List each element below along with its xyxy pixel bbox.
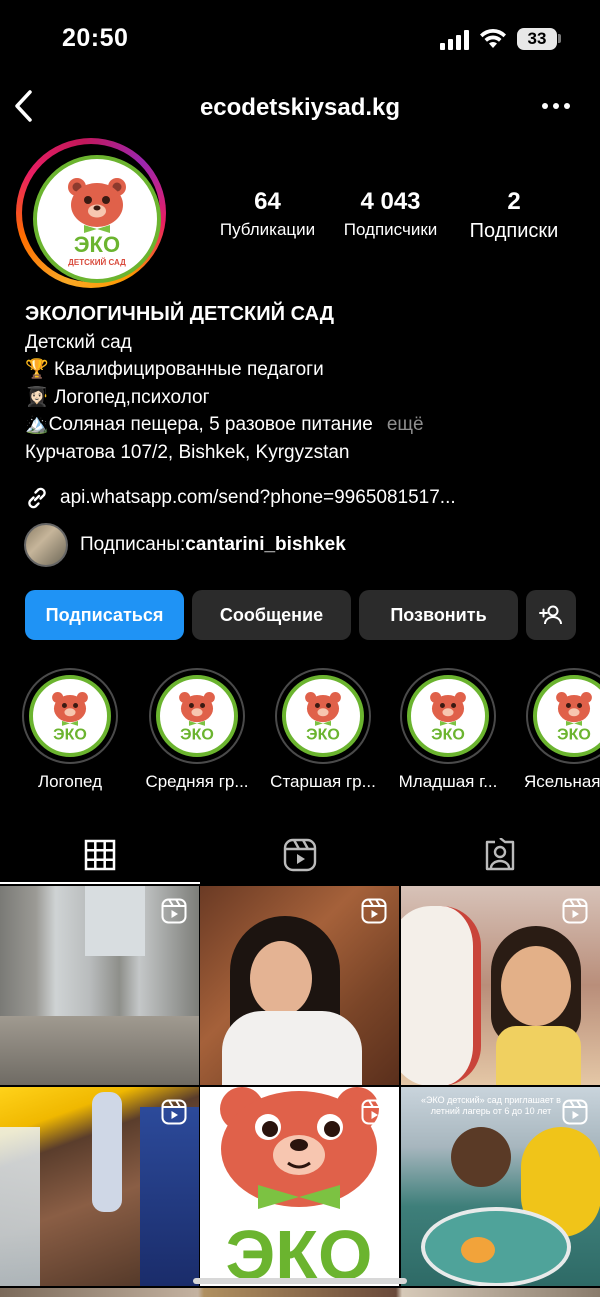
reel-badge-icon [161, 1099, 187, 1125]
story-highlight[interactable]: ЭКО Младшая г... [398, 668, 498, 792]
highlight-cover: ЭКО [533, 675, 600, 757]
logo-text: ЭКО [74, 232, 120, 257]
message-button[interactable]: Сообщение [192, 590, 351, 640]
profile-username: ecodetskiysad.kg [199, 94, 401, 121]
eko-logo: ЭКО ДЕТСКИЙ САД [68, 178, 126, 267]
stat-followers-value: 4 043 [360, 188, 421, 215]
more-options-icon[interactable] [540, 96, 572, 116]
home-indicator [193, 1278, 407, 1284]
profile-link-text: api.whatsapp.com/send?phone=9965081517..… [60, 487, 456, 508]
profile-link[interactable]: api.whatsapp.com/send?phone=9965081517..… [24, 484, 456, 512]
battery-tip [558, 34, 561, 43]
profile-tabs [0, 826, 600, 884]
reel-badge-icon [562, 898, 588, 924]
follower-avatar [24, 523, 68, 567]
trophy-emoji: 🏆 [25, 359, 49, 380]
highlight-cover: ЭКО [156, 675, 238, 757]
cellular-signal-icon [440, 30, 469, 50]
stat-following-label: Подписки [469, 220, 559, 242]
tab-tagged[interactable] [400, 826, 600, 884]
followed-by-name: cantarini_bishkek [185, 534, 346, 555]
student-emoji: 👩🏻‍🎓 [25, 386, 49, 408]
profile-bio: ЭКОЛОГИЧНЫЙ ДЕТСКИЙ САД Детский сад 🏆 Кв… [25, 301, 585, 466]
logo-text: ЭКО [557, 725, 591, 743]
tagged-person-icon [485, 838, 515, 871]
stat-following-value: 2 [507, 188, 521, 215]
stat-posts-value: 64 [254, 188, 281, 215]
story-highlight[interactable]: ЭКО Средняя гр... [145, 668, 249, 792]
logo-text: ЭКО [180, 725, 214, 743]
post-thumbnail[interactable] [401, 886, 600, 1085]
reel-badge-icon [361, 898, 387, 924]
story-highlight[interactable]: ЭКО Ясельная [524, 668, 600, 792]
bio-more-link[interactable]: ещё [387, 414, 424, 435]
highlight-label: Ясельная [524, 772, 600, 791]
active-tab-indicator [0, 882, 200, 884]
battery-indicator: 33 [517, 28, 557, 50]
post-thumbnail[interactable]: ЭКО [200, 1087, 399, 1286]
bio-line: 👩🏻‍🎓 Логопед,психолог [25, 386, 210, 408]
call-button[interactable]: Позвонить [359, 590, 518, 640]
stat-posts-label: Публикации [219, 220, 316, 239]
highlight-cover: ЭКО [282, 675, 364, 757]
post-caption-overlay: «ЭКО детский» сад приглашает в летний ла… [421, 1095, 561, 1116]
logo-text: ЭКО [226, 1216, 373, 1286]
tab-reels[interactable] [200, 826, 400, 884]
profile-avatar[interactable]: ЭКО ДЕТСКИЙ САД [16, 138, 166, 288]
grid-icon [84, 839, 116, 871]
reel-badge-icon [161, 898, 187, 924]
suggest-people-button[interactable] [526, 590, 576, 640]
wifi-icon [480, 28, 506, 48]
highlight-label: Логопед [37, 772, 103, 791]
stat-followers-label: Подписчики [343, 220, 438, 239]
story-highlight[interactable]: ЭКО Старшая гр... [270, 668, 376, 792]
logo-text: ЭКО [306, 725, 340, 743]
post-thumbnail[interactable] [200, 886, 399, 1085]
reel-badge-icon [562, 1099, 588, 1125]
highlight-cover: ЭКО [29, 675, 111, 757]
bio-line: 🏔️Соляная пещера, 5 разовое питание ещё [25, 414, 424, 435]
follow-button[interactable]: Подписаться [25, 590, 184, 640]
mountain-emoji: 🏔️ [25, 414, 49, 435]
followed-by-prefix: Подписаны: [80, 534, 186, 555]
post-thumbnail[interactable]: «ЭКО детский» сад приглашает в летний ла… [401, 1087, 600, 1286]
bio-line: 🏆 Квалифицированные педагоги [25, 359, 324, 380]
logo-text: ЭКО [431, 725, 465, 743]
reel-badge-icon [361, 1099, 387, 1125]
stat-posts[interactable]: 64 Публикации [210, 188, 325, 240]
highlight-label: Средняя гр... [145, 772, 249, 791]
stat-following[interactable]: 2 Подписки [458, 188, 570, 243]
profile-address[interactable]: Курчатова 107/2, Bishkek, Kyrgyzstan [25, 439, 585, 467]
story-highlight[interactable]: ЭКО Логопед [20, 668, 120, 792]
next-row-peek [0, 1288, 600, 1297]
post-thumbnail[interactable] [0, 886, 199, 1085]
profile-category: Детский сад [25, 331, 132, 353]
highlight-label: Старшая гр... [270, 772, 376, 791]
tab-posts-grid[interactable] [0, 826, 200, 884]
reels-icon [283, 838, 317, 872]
add-person-icon [539, 605, 562, 625]
followed-by-row[interactable]: Подписаны: cantarini_bishkek [24, 522, 346, 568]
stat-followers[interactable]: 4 043 Подписчики [333, 188, 448, 240]
status-time: 20:50 [62, 24, 129, 52]
link-icon [28, 487, 46, 509]
status-bar: 20:50 33 [0, 0, 600, 80]
highlight-cover: ЭКО [407, 675, 489, 757]
profile-display-name: ЭКОЛОГИЧНЫЙ ДЕТСКИЙ САД [25, 303, 334, 325]
highlight-label: Младшая г... [398, 772, 498, 791]
post-thumbnail[interactable] [0, 1087, 199, 1286]
logo-subtext: ДЕТСКИЙ САД [68, 258, 126, 267]
logo-text: ЭКО [53, 725, 87, 743]
